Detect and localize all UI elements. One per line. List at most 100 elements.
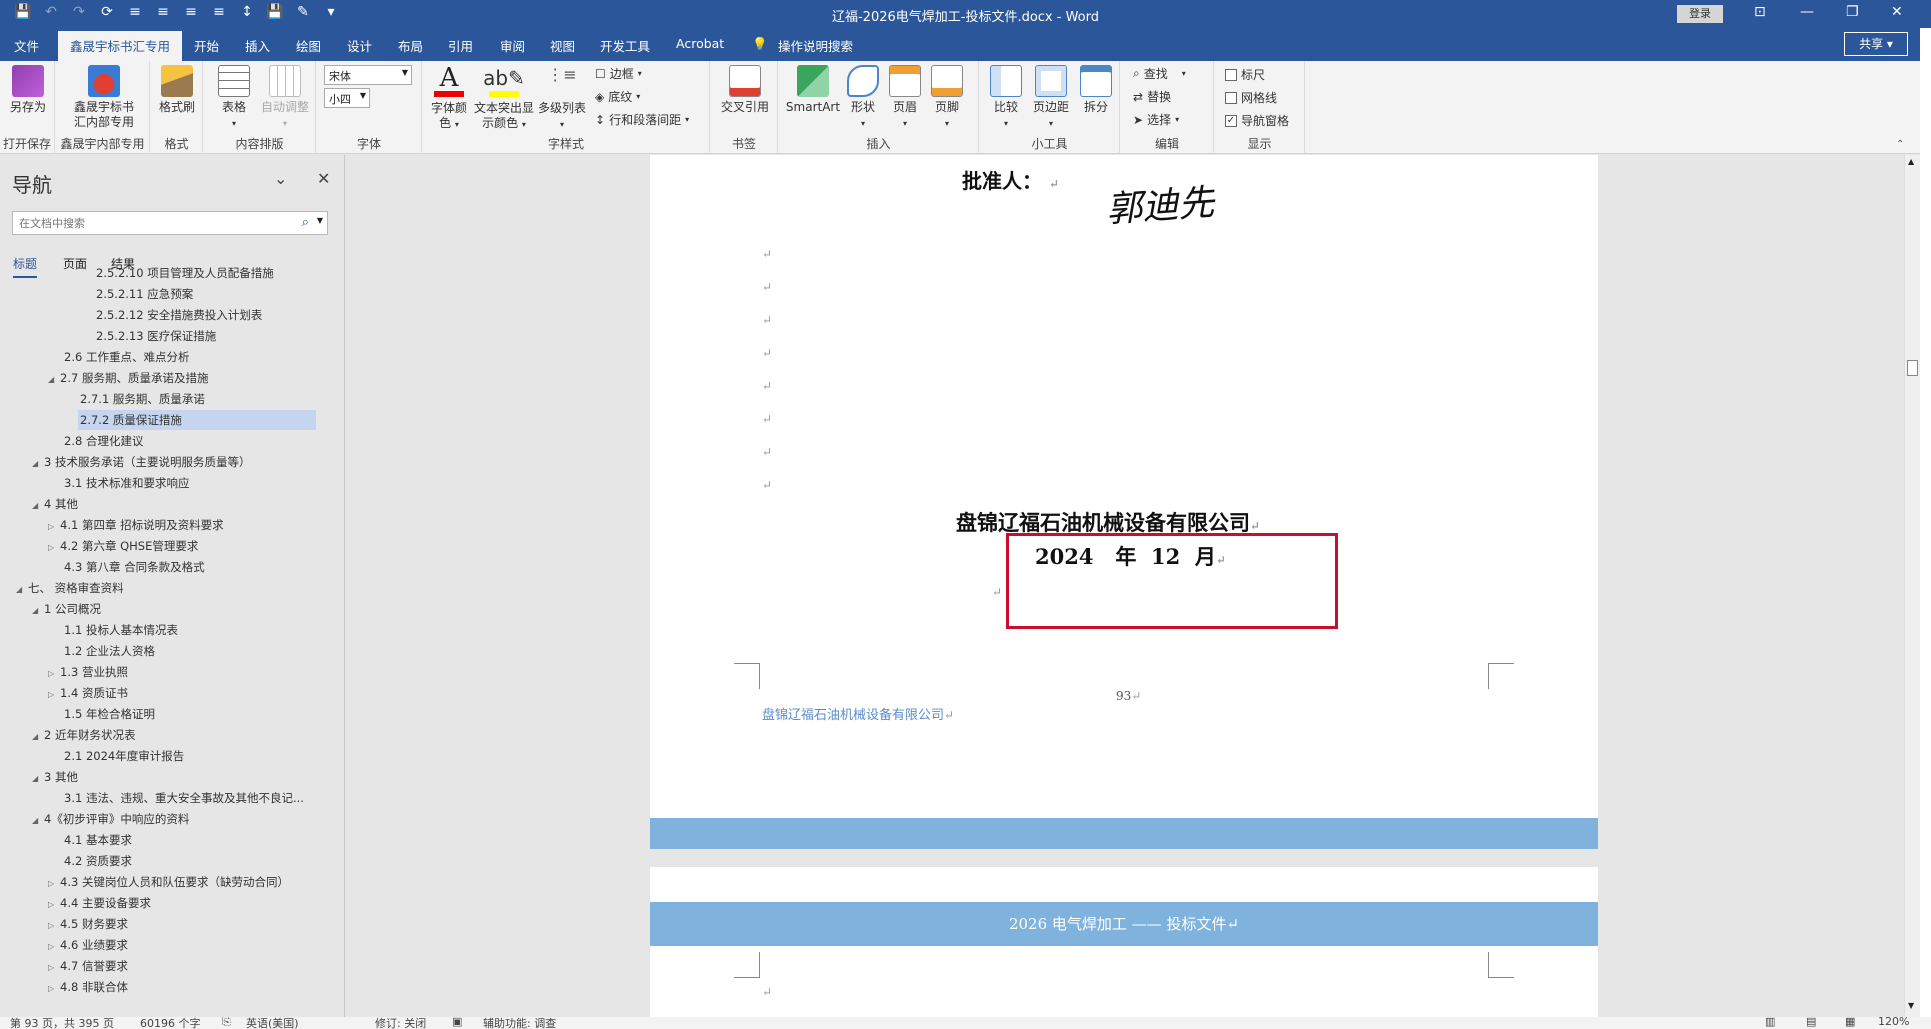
tree-item[interactable]: ◢ 2.7 服务期、质量承诺及措施 [48,368,208,388]
scroll-down-icon[interactable]: ▼ [1908,1001,1914,1010]
tree-item[interactable]: ◢ 4 其他 [32,494,78,514]
highlight-color-button[interactable]: ab✎ 文本突出显 示颜色 ▾ [473,65,535,132]
tree-item[interactable]: 1.1 投标人基本情况表 [64,620,178,640]
shading-button[interactable]: ◈ 底纹 ▾ [595,88,640,105]
scroll-up-icon[interactable]: ▲ [1908,157,1914,166]
collapse-triangle-icon[interactable]: ◢ [32,601,44,619]
collapse-triangle-icon[interactable]: ◢ [32,496,44,514]
tab-developer[interactable]: 开发工具 [600,36,650,55]
read-mode-icon[interactable]: ▥ [1765,1017,1775,1028]
expand-triangle-icon[interactable]: ▷ [48,538,60,556]
format-painter-button[interactable]: 格式刷 [157,65,197,115]
tree-item[interactable]: 2.5.2.11 应急预案 [96,284,193,304]
nav-search-box[interactable]: ⌕ ▼ [12,211,328,235]
collapse-triangle-icon[interactable]: ◢ [32,727,44,745]
tree-item[interactable]: ▷ 1.3 营业执照 [48,662,128,682]
find-button[interactable]: ⌕ 查找 ▾ [1133,65,1186,82]
tree-item[interactable]: 2.6 工作重点、难点分析 [64,347,189,367]
collapse-ribbon-icon[interactable]: ⌃ [1896,139,1904,150]
shape-button[interactable]: 形状 ▾ [843,65,883,131]
tree-item[interactable]: 4.2 资质要求 [64,851,132,871]
tree-item[interactable]: 2.7.1 服务期、质量承诺 [80,389,205,409]
replace-button[interactable]: ⇄ 替换 [1133,88,1171,105]
tree-item[interactable]: 1.2 企业法人资格 [64,641,155,661]
tree-item[interactable]: 2.5.2.12 安全措施费投入计划表 [96,305,262,325]
ribbon-display-icon[interactable]: ⊡ [1754,4,1766,20]
collapse-triangle-icon[interactable]: ◢ [32,811,44,829]
select-button[interactable]: ➤ 选择 ▾ [1133,111,1179,128]
tree-item[interactable]: ▷ 4.6 业绩要求 [48,935,128,955]
auto-adjust-button[interactable]: 自动调整 ▾ [258,65,312,131]
web-layout-icon[interactable]: ▦ [1845,1017,1855,1028]
tab-view[interactable]: 视图 [550,36,575,55]
margins-button[interactable]: 页边距 ▾ [1028,65,1074,131]
tree-item[interactable]: 3.1 违法、违规、重大安全事故及其他不良记... [64,788,324,808]
print-layout-icon[interactable]: ▤ [1806,1017,1816,1028]
nav-tab-pages[interactable]: 页面 [63,255,87,272]
chevron-down-icon[interactable]: ⌄ [274,169,287,188]
tree-item[interactable]: ▷ 4.7 信誉要求 [48,956,128,976]
tree-item[interactable]: ▷ 4.1 第四章 招标说明及资料要求 [48,515,224,535]
tree-item[interactable]: ▷ 4.3 关键岗位人员和队伍要求（缺劳动合同） [48,872,289,892]
xsy-button[interactable]: 鑫晟宇标书 汇内部专用 [66,65,142,130]
expand-triangle-icon[interactable]: ▷ [48,916,60,934]
collapse-triangle-icon[interactable]: ◢ [16,580,28,598]
tree-item[interactable]: ◢ 七、 资格审查资料 [16,578,124,598]
font-size-select[interactable]: 小四 ▼ [324,88,370,108]
footer-button[interactable]: 页脚 ▾ [927,65,967,131]
tree-item[interactable]: 4.1 基本要求 [64,830,132,850]
accessibility[interactable]: 辅助功能: 调查 [483,1017,556,1029]
expand-triangle-icon[interactable]: ▷ [48,979,60,997]
word-count[interactable]: 60196 个字 [140,1017,201,1029]
tree-item[interactable]: ◢ 2 近年财务状况表 [32,725,135,745]
collapse-triangle-icon[interactable]: ◢ [32,454,44,472]
chevron-down-icon[interactable]: ▼ [317,216,323,225]
nav-search-input[interactable] [13,212,293,234]
lightbulb-icon[interactable]: 💡 [752,36,768,52]
minimize-icon[interactable]: — [1800,4,1814,20]
tree-item[interactable]: 2.5.2.13 医疗保证措施 [96,326,216,346]
expand-triangle-icon[interactable]: ▷ [48,937,60,955]
page[interactable]: 2026 电气焊加工 —— 投标文件↵ ↵ [650,867,1598,1017]
border-button[interactable]: ☐ 边框 ▾ [595,65,642,82]
page[interactable]: 批准人： ↵ 郭迪先 ↵ ↵ ↵ ↵ ↵ ↵ ↵ ↵ 盘锦辽福石油机械设备有限公… [650,155,1598,849]
tab-acrobat[interactable]: Acrobat [676,36,724,51]
tab-draw[interactable]: 绘图 [296,36,321,55]
tree-item[interactable]: 3.1 技术标准和要求响应 [64,473,189,493]
tree-item[interactable]: 2.8 合理化建议 [64,431,143,451]
tell-me-search[interactable]: 操作说明搜索 [778,36,853,55]
tree-item[interactable]: ▷ 4.4 主要设备要求 [48,893,151,913]
tab-home[interactable]: 开始 [194,36,219,55]
tree-item[interactable]: ◢ 4《初步评审》中响应的资料 [32,809,189,829]
document-area[interactable]: 批准人： ↵ 郭迪先 ↵ ↵ ↵ ↵ ↵ ↵ ↵ ↵ 盘锦辽福石油机械设备有限公… [346,155,1904,1017]
zoom-level[interactable]: 120% [1878,1017,1909,1028]
tab-xsy[interactable]: 鑫晟宇标书汇专用 [58,31,183,61]
ruler-checkbox[interactable]: 标尺 [1225,66,1265,83]
expand-triangle-icon[interactable]: ▷ [48,517,60,535]
ruler-check-box[interactable] [1225,68,1237,81]
nav-pane-checkbox[interactable]: ✓ 导航窗格 [1225,112,1289,129]
tree-item[interactable]: ▷ 4.8 非联合体 [48,977,128,997]
tree-item[interactable]: 2.5.2.10 项目管理及人员配备措施 [96,263,274,283]
font-name-select[interactable]: 宋体 ▼ [324,65,412,85]
split-button[interactable]: 拆分 [1076,65,1116,115]
collapse-triangle-icon[interactable]: ◢ [48,370,60,388]
font-color-button[interactable]: A 字体颜 色 ▾ [429,65,469,132]
tree-item[interactable]: ▷ 1.4 资质证书 [48,683,128,703]
expand-triangle-icon[interactable]: ▷ [48,685,60,703]
scroll-thumb[interactable] [1907,360,1918,376]
tree-item[interactable]: 1.5 年检合格证明 [64,704,155,724]
gridlines-checkbox[interactable]: 网格线 [1225,89,1277,106]
line-spacing-button[interactable]: ↕ 行和段落间距 ▾ [595,111,689,128]
tree-item-selected[interactable]: 2.7.2 质量保证措施 [78,410,316,430]
tree-item[interactable]: ▷ 4.2 第六章 QHSE管理要求 [48,536,198,556]
expand-triangle-icon[interactable]: ▷ [48,874,60,892]
restore-icon[interactable]: ❐ [1846,4,1859,20]
multilevel-list-button[interactable]: ⋮≡ 多级列表 ▾ [537,65,587,132]
expand-triangle-icon[interactable]: ▷ [48,895,60,913]
close-icon[interactable]: ✕ [1891,4,1903,20]
tree-item[interactable]: ◢ 1 公司概况 [32,599,101,619]
login-button[interactable]: 登录 [1677,5,1723,23]
tab-design[interactable]: 设计 [347,36,372,55]
smartart-button[interactable]: SmartArt [785,65,841,115]
